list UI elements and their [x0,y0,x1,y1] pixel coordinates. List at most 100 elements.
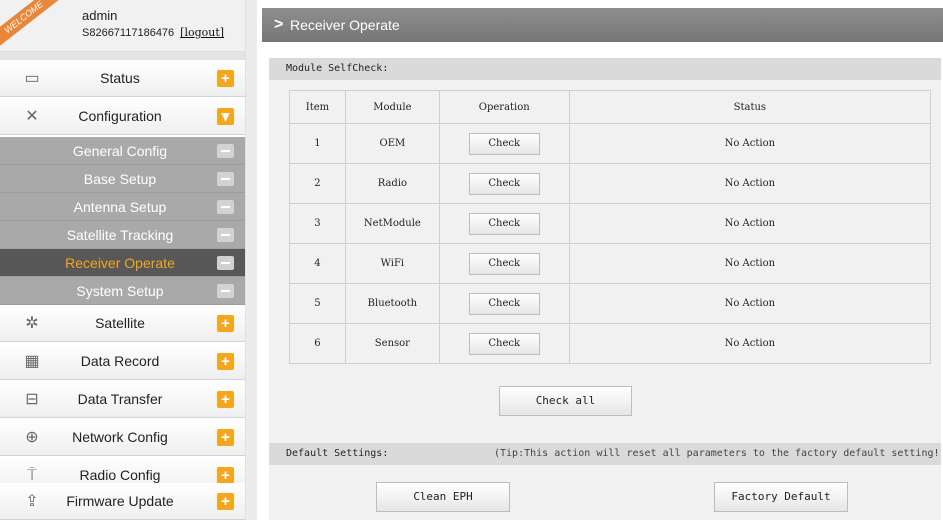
operation-cell: Check [438,283,570,324]
logout-link[interactable]: [logout] [180,26,224,39]
status-cell: No Action [568,243,932,284]
menu-item-satellite-information[interactable]: ✲ Satellite Information + [0,305,245,368]
expand-plus-icon[interactable]: + [217,391,234,408]
module-selfcheck-label: Module SelfCheck: [286,63,389,74]
collapse-arrow-icon[interactable]: ▾ [217,108,234,125]
table-header-row: Item Module Operation Status [289,90,932,124]
table-row: 1 OEM Check No Action [289,123,932,164]
check-oem-button[interactable]: Check [468,132,540,155]
expand-plus-icon[interactable]: + [217,315,234,332]
item-cell: 5 [289,283,346,324]
submenu-item-general-config[interactable]: General Config [0,137,245,165]
column-header-operation: Operation [438,90,570,124]
device-serial: S82667117186476 [82,27,175,39]
status-cell: No Action [568,323,932,364]
status-cell: No Action [568,283,932,324]
device-serial-line: S82667117186476 [logout] [82,26,224,39]
submenu-label: Base Setup [83,171,157,187]
minus-icon[interactable] [217,172,234,186]
tools-icon: ✕ [25,108,39,125]
menu-label: Status [100,70,140,86]
menu-label: Network Config [72,429,168,445]
network-transfer-icon: ⊟ [25,391,39,408]
item-cell: 3 [289,203,346,244]
submenu-label: System Setup [76,283,164,299]
user-info-panel: WELCOME admin S82667117186476 [logout] [0,0,245,52]
menu-item-data-transfer[interactable]: ⊟ Data Transfer + [0,381,245,418]
operation-cell: Check [438,163,570,204]
status-cell: No Action [568,203,932,244]
submenu-item-receiver-operate[interactable]: Receiver Operate [0,249,245,277]
expand-plus-icon[interactable]: + [217,429,234,446]
expand-plus-icon[interactable]: + [217,493,234,510]
check-radio-button[interactable]: Check [468,172,540,195]
welcome-ribbon: WELCOME [0,0,61,49]
module-cell: NetModule [344,203,440,244]
submenu-item-satellite-tracking[interactable]: Satellite Tracking [0,221,245,249]
satellite-icon: ✲ [25,315,39,332]
calendar-icon: ▦ [24,353,40,370]
username: admin [82,8,118,23]
minus-icon[interactable] [217,284,234,298]
item-cell: 2 [289,163,346,204]
operation-cell: Check [438,243,570,284]
menu-label: Configuration [78,108,162,124]
check-sensor-button[interactable]: Check [468,332,540,355]
check-all-button[interactable]: Check all [499,386,632,416]
page-title: Receiver Operate [290,17,400,33]
status-cell: No Action [568,123,932,164]
module-cell: OEM [344,123,440,164]
factory-reset-tip: (Tip:This action will reset all paramete… [494,448,943,459]
module-cell: WiFi [344,243,440,284]
menu-item-firmware-update[interactable]: ⇪ Firmware Update + [0,483,245,520]
menu-item-network-config[interactable]: ⊕ Network Config + [0,419,245,456]
default-settings-header: Default Settings: (Tip:This action will … [269,443,943,465]
sidebar-separator [0,52,245,60]
module-selfcheck-header: Module SelfCheck: [269,58,941,80]
table-row: 2 Radio Check No Action [289,163,932,204]
column-header-item: Item [289,90,346,124]
submenu-label: Receiver Operate [65,255,175,271]
submenu-item-system-setup[interactable]: System Setup [0,277,245,305]
factory-default-button[interactable]: Factory Default [714,482,848,512]
menu-label: Data Transfer [77,391,163,407]
operation-cell: Check [438,123,570,164]
operation-cell: Check [438,323,570,364]
table-row: 6 Sensor Check No Action [289,323,932,364]
sidebar: WELCOME admin S82667117186476 [logout] ▭ … [0,0,245,520]
minus-icon[interactable] [217,256,234,270]
menu-label: Firmware Update [66,493,174,509]
sidebar-divider [245,0,257,520]
minus-icon[interactable] [217,144,234,158]
check-bluetooth-button[interactable]: Check [468,292,540,315]
expand-plus-icon[interactable]: + [217,353,234,370]
table-row: 3 NetModule Check No Action [289,203,932,244]
column-header-status: Status [568,90,932,124]
operation-cell: Check [438,203,570,244]
module-cell: Radio [344,163,440,204]
item-cell: 1 [289,123,346,164]
menu-item-data-record[interactable]: ▦ Data Record + [0,343,245,380]
minus-icon[interactable] [217,228,234,242]
main-content: > Receiver Operate Module SelfCheck: Ite… [257,0,943,520]
submenu-item-antenna-setup[interactable]: Antenna Setup [0,193,245,221]
submenu-label: Satellite Tracking [66,227,174,243]
submenu-label: Antenna Setup [73,199,167,215]
menu-label: Satellite Information [85,315,155,368]
receiver-operate-panel: Module SelfCheck: Item Module Operation … [269,58,943,520]
clean-eph-button[interactable]: Clean EPH [376,482,510,512]
expand-plus-icon[interactable]: + [217,70,234,87]
monitor-icon: ▭ [24,70,40,87]
module-selfcheck-table: Item Module Operation Status 1 OEM Check… [289,90,932,364]
upload-icon: ⇪ [25,493,39,510]
globe-icon: ⊕ [25,429,39,446]
menu-item-status[interactable]: ▭ Status + [0,60,245,97]
default-settings-label: Default Settings: [286,448,389,459]
minus-icon[interactable] [217,200,234,214]
module-cell: Sensor [344,323,440,364]
check-wifi-button[interactable]: Check [468,252,540,275]
submenu-item-base-setup[interactable]: Base Setup [0,165,245,193]
check-netmodule-button[interactable]: Check [468,212,540,235]
menu-item-configuration[interactable]: ✕ Configuration ▾ [0,98,245,135]
expand-plus-icon[interactable]: + [217,467,234,484]
